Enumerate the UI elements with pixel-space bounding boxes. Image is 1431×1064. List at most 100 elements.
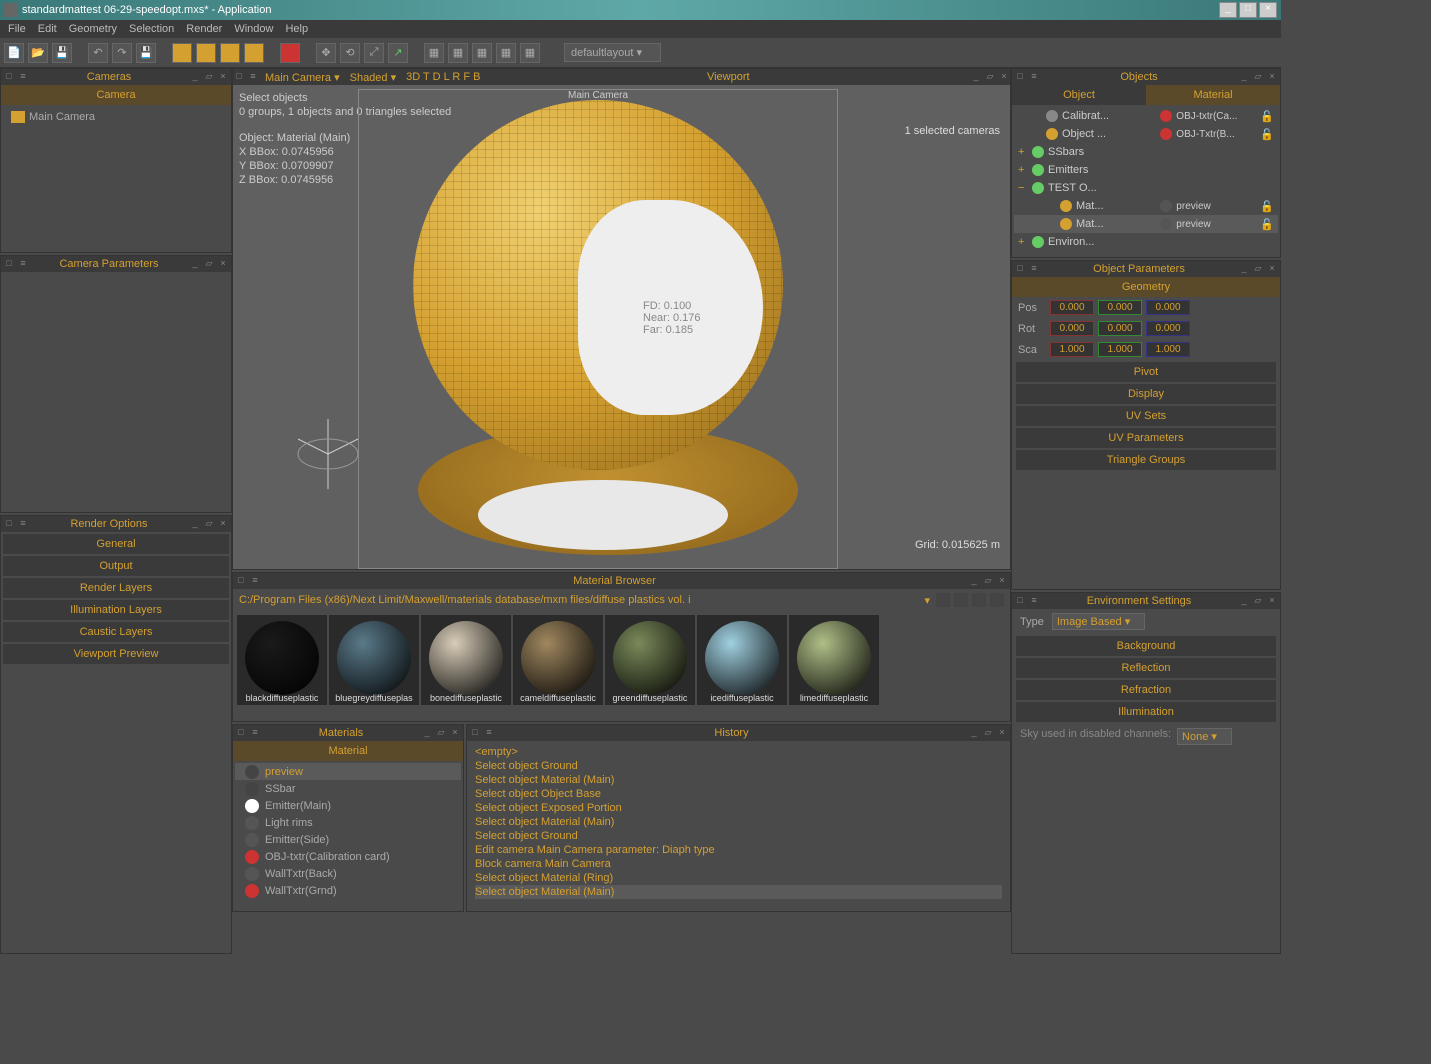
param-display[interactable]: Display [1016,384,1276,404]
view-icon[interactable] [972,593,986,607]
geometry-tab[interactable]: Geometry [1012,277,1280,297]
material-item[interactable]: Emitter(Side) [235,831,461,848]
material-thumb[interactable]: cameldiffuseplastic [513,615,603,705]
object-row[interactable]: Mat...preview🔓 [1014,215,1278,233]
render4-icon[interactable]: ▦ [496,43,516,63]
material-thumb[interactable]: bluegreydiffuseplas [329,615,419,705]
rot-x-input[interactable] [1050,321,1094,336]
refresh-icon[interactable] [936,593,950,607]
material-item[interactable]: Light rims [235,814,461,831]
minimize-button[interactable]: _ [1219,2,1237,18]
render2-icon[interactable]: ▦ [448,43,468,63]
render-viewport-preview[interactable]: Viewport Preview [3,644,229,664]
object-row[interactable]: Object ...OBJ-Txtr(B...🔓 [1014,125,1278,143]
material-thumb[interactable]: blackdiffuseplastic [237,615,327,705]
history-item[interactable]: Select object Ground [475,829,1002,843]
cube4-icon[interactable] [244,43,264,63]
menu-geometry[interactable]: Geometry [69,23,117,35]
material-item[interactable]: WallTxtr(Back) [235,865,461,882]
viewport-camera-tab[interactable]: Main Camera ▾ [265,71,340,84]
material-thumb[interactable]: bonediffuseplastic [421,615,511,705]
menu-selection[interactable]: Selection [129,23,174,35]
open-icon[interactable]: 📂 [28,43,48,63]
render-caustic-layers[interactable]: Caustic Layers [3,622,229,642]
render-illumination-layers[interactable]: Illumination Layers [3,600,229,620]
env-type-select[interactable]: Image Based ▾ [1052,613,1145,630]
scale-icon[interactable]: ⤢ [364,43,384,63]
env-refraction[interactable]: Refraction [1016,680,1276,700]
menu-edit[interactable]: Edit [38,23,57,35]
camera-tab[interactable]: Camera [1,85,231,105]
material-item[interactable]: preview [235,763,461,780]
render5-icon[interactable]: ▦ [520,43,540,63]
viewport-modes[interactable]: 3D T D L R F B [406,71,480,84]
object-row[interactable]: +SSbars [1014,143,1278,161]
param-triangle-groups[interactable]: Triangle Groups [1016,450,1276,470]
material-tab[interactable]: Material [1146,85,1280,105]
material-item[interactable]: Emitter(Main) [235,797,461,814]
material-item[interactable]: SSbar [235,780,461,797]
move-icon[interactable]: ✥ [316,43,336,63]
history-item[interactable]: Edit camera Main Camera parameter: Diaph… [475,843,1002,857]
sca-x-input[interactable] [1050,342,1094,357]
history-item[interactable]: Select object Object Base [475,787,1002,801]
material-tab[interactable]: Material [233,741,463,761]
env-reflection[interactable]: Reflection [1016,658,1276,678]
axis-icon[interactable]: ↗ [388,43,408,63]
layout-select[interactable]: defaultlayout ▾ [564,43,661,62]
render-output[interactable]: Output [3,556,229,576]
param-pivot[interactable]: Pivot [1016,362,1276,382]
history-item[interactable]: Select object Material (Ring) [475,871,1002,885]
close-button[interactable]: × [1259,2,1277,18]
viewport[interactable]: Select objects 0 groups, 1 objects and 0… [233,85,1010,569]
sca-y-input[interactable] [1098,342,1142,357]
material-thumb[interactable]: limediffuseplastic [789,615,879,705]
menu-window[interactable]: Window [234,23,273,35]
env-illumination[interactable]: Illumination [1016,702,1276,722]
history-item[interactable]: Select object Material (Main) [475,815,1002,829]
history-item[interactable]: Select object Material (Main) [475,885,1002,899]
pos-z-input[interactable] [1146,300,1190,315]
rot-y-input[interactable] [1098,321,1142,336]
object-row[interactable]: Calibrat...OBJ-txtr(Ca...🔓 [1014,107,1278,125]
options-icon[interactable] [954,593,968,607]
history-item[interactable]: Select object Exposed Portion [475,801,1002,815]
render-render-layers[interactable]: Render Layers [3,578,229,598]
material-thumb[interactable]: icediffuseplastic [697,615,787,705]
new-icon[interactable]: 📄 [4,43,24,63]
menu-file[interactable]: File [8,23,26,35]
cube1-icon[interactable] [172,43,192,63]
history-item[interactable]: Select object Material (Main) [475,773,1002,787]
sky-select[interactable]: None ▾ [1177,728,1232,745]
save2-icon[interactable]: 💾 [136,43,156,63]
sca-z-input[interactable] [1146,342,1190,357]
camera-icon[interactable] [280,43,300,63]
history-item[interactable]: Block camera Main Camera [475,857,1002,871]
material-item[interactable]: WallTxtr(Grnd) [235,882,461,899]
history-item[interactable]: Select object Ground [475,759,1002,773]
rot-z-input[interactable] [1146,321,1190,336]
render1-icon[interactable]: ▦ [424,43,444,63]
material-item[interactable]: OBJ-txtr(Calibration card) [235,848,461,865]
camera-item[interactable]: Main Camera [9,109,223,125]
redo-icon[interactable]: ↷ [112,43,132,63]
pos-x-input[interactable] [1050,300,1094,315]
object-row[interactable]: −TEST O... [1014,179,1278,197]
render3-icon[interactable]: ▦ [472,43,492,63]
param-uv-parameters[interactable]: UV Parameters [1016,428,1276,448]
menu-help[interactable]: Help [285,23,308,35]
undo-icon[interactable]: ↶ [88,43,108,63]
viewport-shade-tab[interactable]: Shaded ▾ [350,71,397,84]
axis-gizmo[interactable] [283,409,373,499]
object-tab[interactable]: Object [1012,85,1146,105]
pos-y-input[interactable] [1098,300,1142,315]
material-thumb[interactable]: greendiffuseplastic [605,615,695,705]
param-uv-sets[interactable]: UV Sets [1016,406,1276,426]
object-row[interactable]: +Environ... [1014,233,1278,251]
env-background[interactable]: Background [1016,636,1276,656]
maximize-button[interactable]: □ [1239,2,1257,18]
history-item[interactable]: <empty> [475,745,1002,759]
object-row[interactable]: +Emitters [1014,161,1278,179]
render-general[interactable]: General [3,534,229,554]
object-row[interactable]: Mat...preview🔓 [1014,197,1278,215]
